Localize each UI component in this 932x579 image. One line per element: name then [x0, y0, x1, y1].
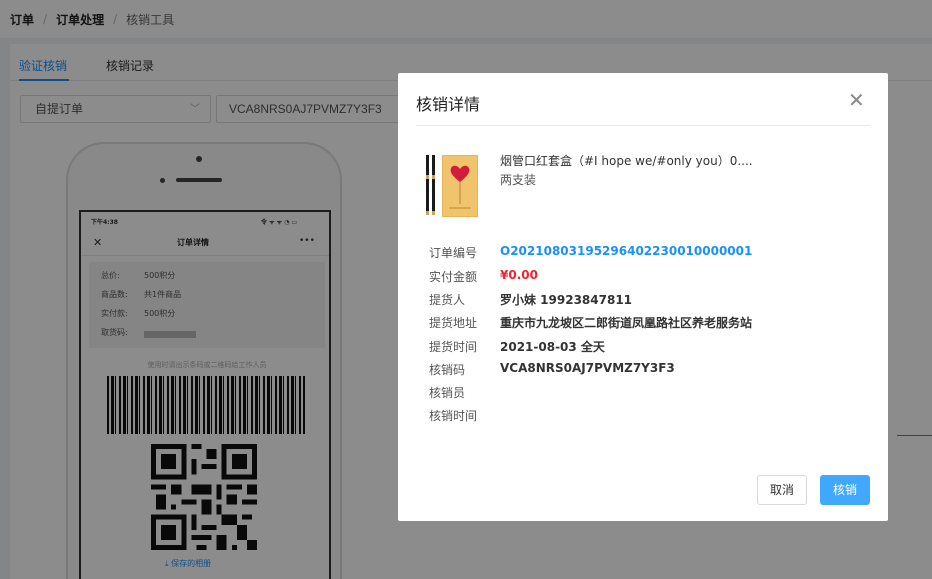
field-label-paid-amount: 实付金额 — [429, 270, 478, 284]
field-label-verify-time: 核销时间 — [429, 409, 478, 423]
field-value-pickup-time: 2021-08-03 全天 — [500, 340, 605, 354]
field-value-picker: 罗小妹 19923847811 — [500, 293, 633, 307]
verify-detail-modal: 核销详情 ✕ 烟管口红套盒（#I hope we/#only you）0....… — [398, 73, 888, 521]
field-value-paid-amount: ¥0.00 — [500, 268, 538, 282]
verify-button[interactable]: 核销 — [820, 475, 870, 505]
modal-divider — [416, 125, 870, 126]
field-label-verify-code: 核销码 — [429, 363, 466, 377]
field-label-picker: 提货人 — [429, 293, 466, 307]
field-label-verifier: 核销员 — [429, 386, 466, 400]
field-label-order-number: 订单编号 — [429, 246, 478, 260]
field-label-pickup-time: 提货时间 — [429, 340, 478, 354]
product-name: 烟管口红套盒（#I hope we/#only you）0.... — [500, 154, 753, 168]
modal-title: 核销详情 — [416, 95, 481, 114]
cancel-button[interactable]: 取消 — [757, 475, 807, 505]
field-value-verify-code: VCA8NRS0AJ7PVMZ7Y3F3 — [500, 361, 675, 375]
product-spec: 两支装 — [500, 173, 537, 187]
field-value-order-number[interactable]: O20210803195296402230010000001 — [500, 244, 752, 258]
close-icon[interactable]: ✕ — [848, 90, 865, 110]
field-label-pickup-address: 提货地址 — [429, 316, 478, 330]
product-image — [426, 155, 478, 217]
field-value-pickup-address: 重庆市九龙坡区二郎街道凤凰路社区养老服务站 — [500, 316, 753, 330]
